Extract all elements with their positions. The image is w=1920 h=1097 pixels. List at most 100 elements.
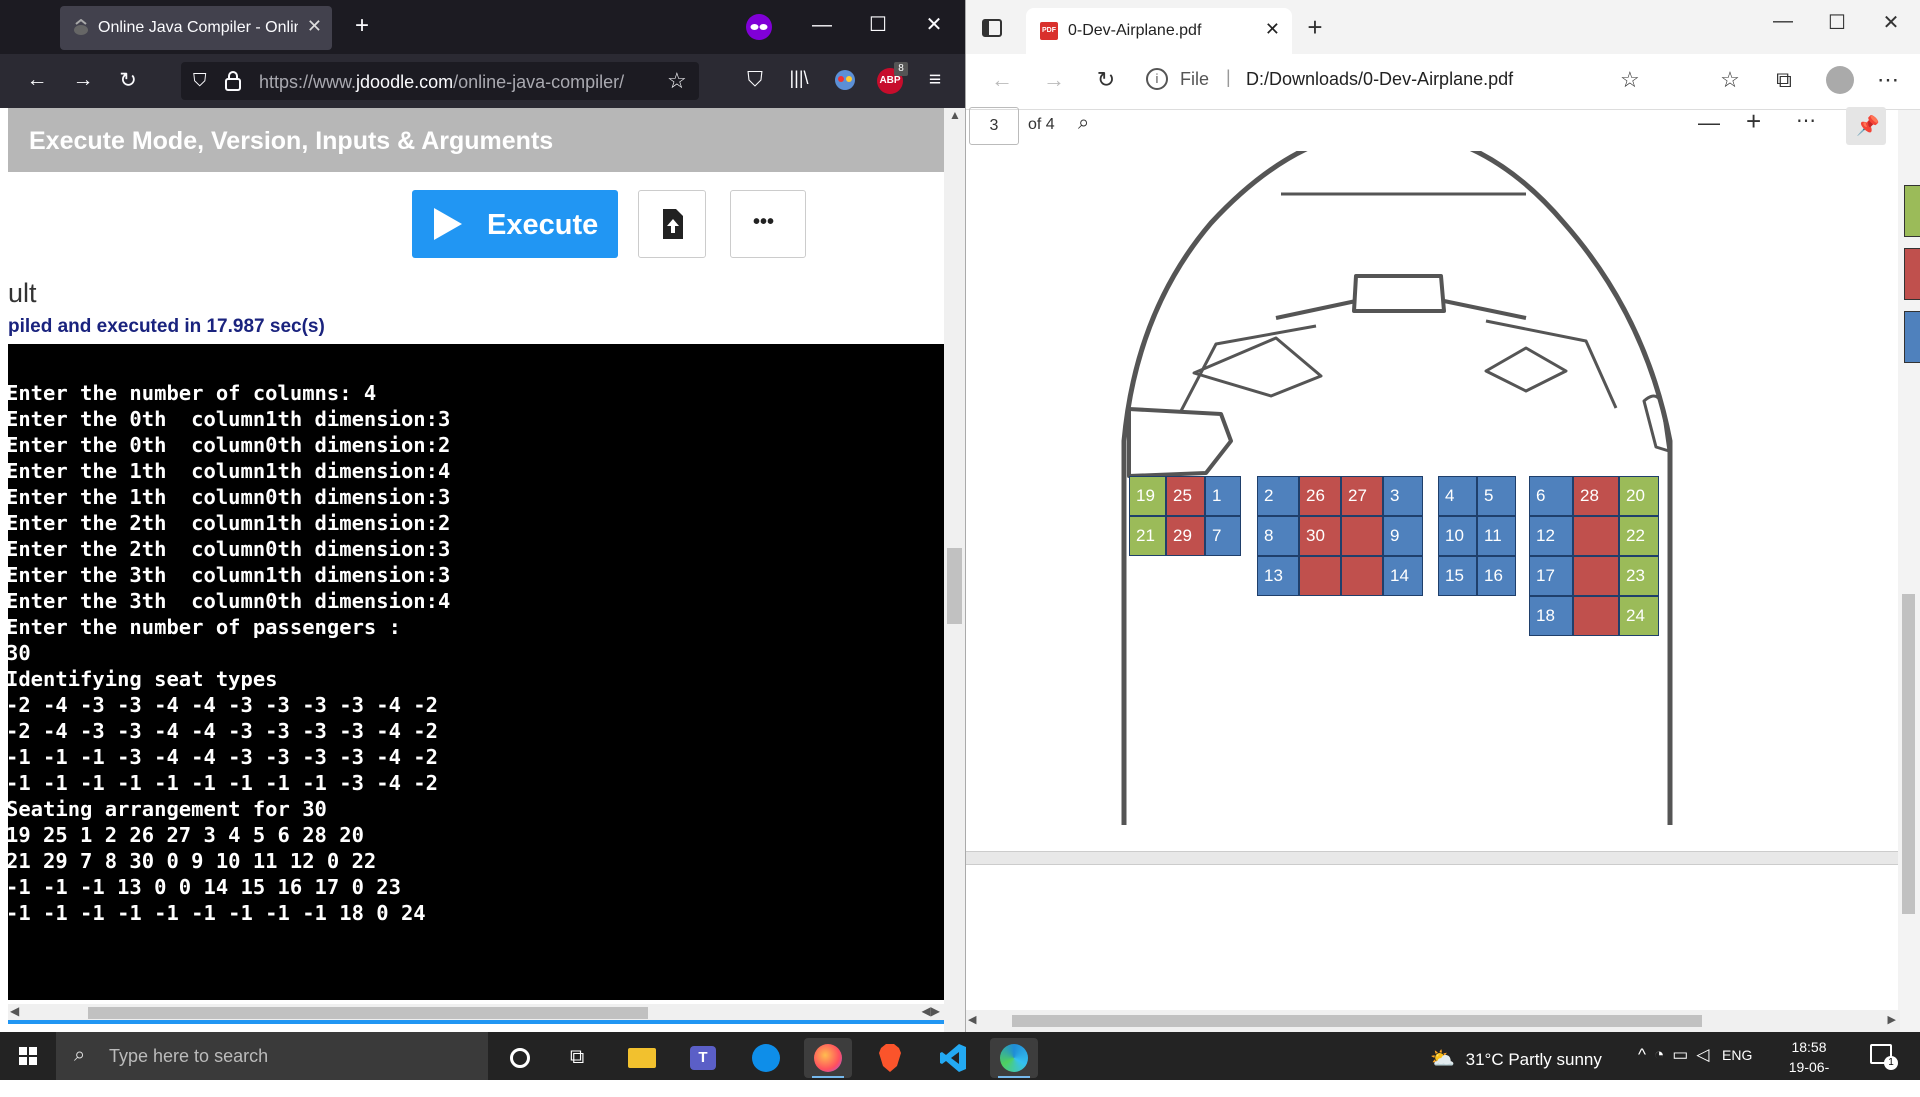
zoom-out-icon[interactable]: —	[1698, 110, 1720, 136]
more-options-button[interactable]: •••	[730, 190, 806, 258]
tab-jdoodle[interactable]: Online Java Compiler - Online Ja ✕	[60, 6, 332, 50]
play-icon	[434, 208, 462, 240]
firefox-app[interactable]	[804, 1038, 852, 1078]
execute-mode-header[interactable]: Execute Mode, Version, Inputs & Argument…	[8, 108, 944, 172]
system-tray[interactable]: ^◔▭◁	[1638, 1045, 1717, 1065]
new-tab-icon[interactable]: +	[350, 12, 374, 40]
reload-icon[interactable]: ↻	[113, 68, 143, 93]
maximize-icon[interactable]: ☐	[1822, 10, 1852, 35]
vertical-scrollbar[interactable]: ▲	[944, 108, 965, 1032]
more-tools-icon[interactable]: ⋯	[1796, 108, 1816, 133]
edge-window: PDF 0-Dev-Airplane.pdf ✕ + — ☐ ✕ ← → ↻ i…	[965, 0, 1920, 1032]
seat-cell	[1573, 596, 1619, 636]
seat-cell: 12	[1529, 516, 1573, 556]
firefox-nav-bar: ← → ↻ ⛉ https://www.jdoodle.com/online-j…	[0, 54, 965, 108]
edge-nav-bar: ← → ↻ i File | D:/Downloads/0-Dev-Airpla…	[966, 54, 1920, 110]
cortana-button[interactable]	[496, 1038, 544, 1078]
add-favorite-icon[interactable]: ☆	[1620, 67, 1640, 93]
menu-icon[interactable]: ≡	[920, 68, 950, 92]
seat-cell	[1341, 516, 1383, 556]
url-bar[interactable]: ⛉ https://www.jdoodle.com/online-java-co…	[181, 62, 699, 100]
forward-icon[interactable]: →	[1038, 67, 1070, 93]
library-icon[interactable]: |||\	[784, 68, 814, 89]
file-explorer-app[interactable]	[618, 1038, 666, 1078]
address-bar[interactable]: i File | D:/Downloads/0-Dev-Airplane.pdf…	[1146, 60, 1706, 98]
brave-icon	[879, 1044, 901, 1072]
wifi-icon[interactable]: ◔	[1654, 1045, 1672, 1064]
minimize-icon[interactable]: —	[1768, 10, 1798, 33]
brave-app[interactable]	[866, 1038, 914, 1078]
page-divider	[966, 851, 1900, 865]
search-icon[interactable]: ⌕	[1078, 112, 1089, 135]
chevron-up-icon[interactable]: ^	[1638, 1045, 1654, 1064]
edge-app[interactable]	[990, 1038, 1038, 1078]
seat-cell: 1	[1205, 476, 1241, 516]
close-window-icon[interactable]: ✕	[922, 12, 946, 37]
taskbar-search[interactable]: ⌕ Type here to search	[56, 1032, 488, 1080]
seat-cell: 22	[1619, 516, 1659, 556]
settings-more-icon[interactable]: ⋯	[1872, 67, 1904, 93]
seat-cell: 20	[1619, 476, 1659, 516]
lock-icon[interactable]	[225, 71, 241, 91]
info-icon[interactable]: i	[1146, 68, 1168, 90]
pdf-page: 19 25 1 21 29 7 2 26 27 3 8 30 9 13 14 4 5 10 11 15 16 6 28 20 1…	[966, 151, 1900, 1006]
task-view-button[interactable]: ⧉	[556, 1038, 604, 1078]
edge-tab-bar: PDF 0-Dev-Airplane.pdf ✕ + — ☐ ✕	[966, 0, 1920, 54]
extension-icon[interactable]	[833, 68, 857, 92]
reload-icon[interactable]: ↻	[1090, 67, 1122, 93]
clock-time: 18:58	[1791, 1039, 1827, 1055]
new-tab-icon[interactable]: +	[1300, 12, 1330, 43]
favorites-icon[interactable]: ☆	[1714, 67, 1746, 93]
close-tab-icon[interactable]: ✕	[307, 16, 322, 37]
forward-icon[interactable]: →	[68, 68, 98, 92]
tab-title: 0-Dev-Airplane.pdf	[1068, 22, 1202, 39]
tab-pdf[interactable]: PDF 0-Dev-Airplane.pdf ✕	[1026, 8, 1292, 54]
weather-widget[interactable]: ⛅ 31°C Partly sunny	[1430, 1046, 1602, 1071]
battery-icon[interactable]: ▭	[1672, 1045, 1696, 1064]
language-indicator[interactable]: ENG	[1722, 1047, 1752, 1063]
upload-file-button[interactable]	[638, 190, 706, 258]
pocket-icon[interactable]: ⛉	[740, 68, 770, 92]
start-button[interactable]	[0, 1032, 56, 1080]
search-placeholder: Type here to search	[109, 1046, 269, 1066]
shield-icon[interactable]: ⛉	[193, 70, 207, 91]
collections-icon[interactable]: ⧉	[1768, 67, 1800, 93]
terminal-output: Enter the number of columns: 4 Enter the…	[8, 381, 451, 925]
maximize-icon[interactable]: ☐	[866, 12, 890, 37]
tab-actions-icon[interactable]	[982, 18, 1002, 38]
folder-icon	[628, 1048, 656, 1068]
seat-cell: 14	[1383, 556, 1423, 596]
teams-app[interactable]: T	[680, 1038, 728, 1078]
notification-center-icon[interactable]: 1	[1870, 1044, 1898, 1070]
back-icon[interactable]: ←	[986, 67, 1018, 93]
bookmark-star-icon[interactable]: ☆	[667, 68, 687, 94]
file-label: File	[1180, 69, 1210, 89]
back-icon[interactable]: ←	[22, 68, 52, 92]
seat-cell	[1341, 556, 1383, 596]
output-terminal[interactable]: Enter the number of columns: 4 Enter the…	[8, 344, 944, 1000]
seat-cell	[1573, 516, 1619, 556]
result-heading: ult	[8, 278, 37, 308]
seat-cell: 7	[1205, 516, 1241, 556]
vscode-app[interactable]	[928, 1038, 976, 1078]
teamviewer-app[interactable]	[742, 1038, 790, 1078]
execution-status: piled and executed in 17.987 sec(s)	[8, 316, 325, 337]
more-options-icon: •••	[753, 211, 775, 233]
firefox-window: Online Java Compiler - Online Ja ✕ + — ☐…	[0, 0, 965, 1032]
pin-toolbar-button[interactable]: 📌	[1846, 107, 1886, 145]
volume-icon[interactable]: ◁	[1696, 1045, 1717, 1064]
close-tab-icon[interactable]: ✕	[1265, 19, 1280, 40]
cortana-icon	[510, 1048, 530, 1068]
seat-cell: 11	[1477, 516, 1516, 556]
airplane-outline-drawing	[1121, 151, 1673, 825]
page-number-input[interactable]: 3	[969, 107, 1019, 145]
pdf-horizontal-scrollbar[interactable]: ◀ ▶	[966, 1010, 1900, 1032]
clock[interactable]: 18:58 19-06-2021	[1774, 1037, 1844, 1097]
execute-button[interactable]: Execute	[412, 190, 618, 258]
zoom-in-icon[interactable]: +	[1746, 106, 1761, 137]
close-window-icon[interactable]: ✕	[1876, 10, 1906, 35]
profile-avatar[interactable]	[1826, 66, 1854, 94]
pdf-vertical-scroll-thumb[interactable]	[1902, 594, 1915, 914]
separator: |	[1226, 67, 1231, 87]
minimize-icon[interactable]: —	[810, 14, 834, 37]
